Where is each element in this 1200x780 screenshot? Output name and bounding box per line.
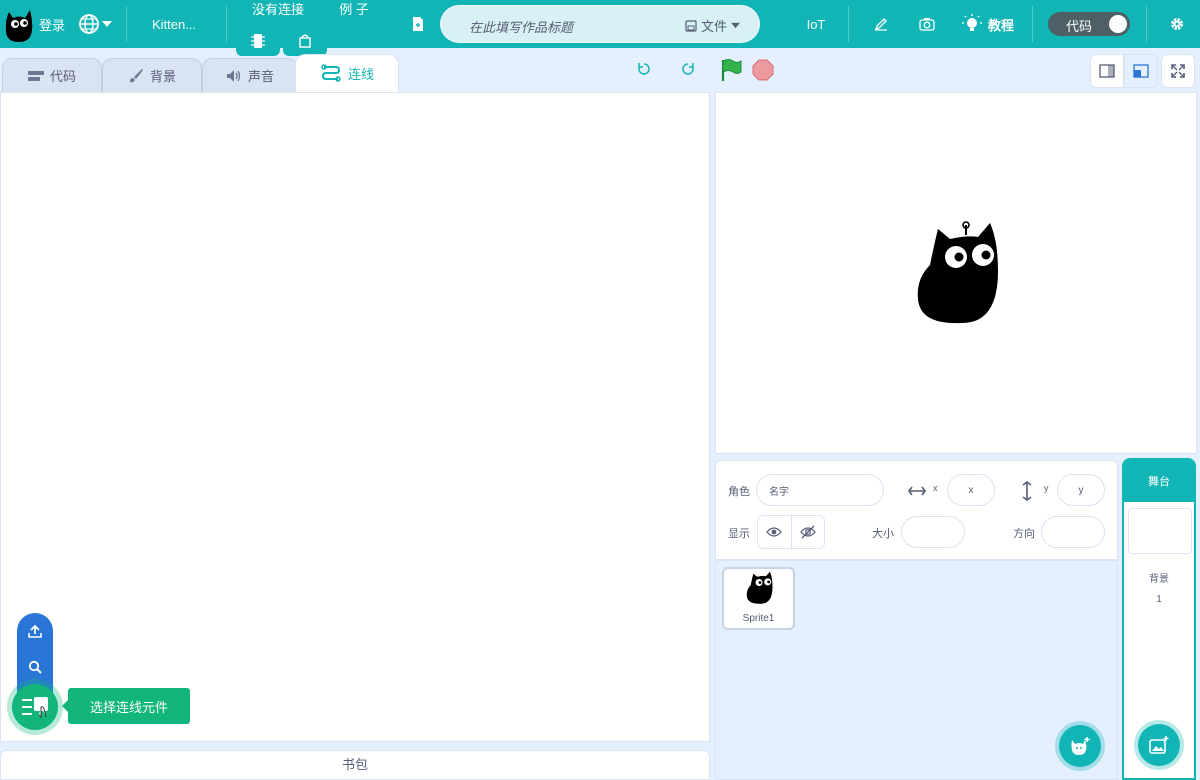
visibility-toggle: [757, 515, 825, 549]
vertical-arrows-icon: [1022, 481, 1032, 501]
eye-icon: [766, 527, 783, 537]
tutorial-menu[interactable]: 教程: [960, 12, 1016, 36]
code-mode-toggle[interactable]: 代码: [1048, 12, 1130, 36]
show-label: 显示: [728, 528, 750, 540]
tab-wiring-label: 连线: [347, 67, 374, 82]
settings-gear-icon[interactable]: [1166, 14, 1188, 34]
kitten-logo[interactable]: [2, 4, 36, 44]
file-label: 文件: [701, 19, 728, 34]
sprite-label: 角色: [728, 486, 750, 498]
x-input[interactable]: x: [947, 474, 995, 506]
tab-wiring[interactable]: 连线: [295, 54, 399, 92]
examples-menu[interactable]: 例 子: [330, 0, 378, 17]
tab-code-label: 代码: [49, 69, 76, 84]
menu-bar: 登录 Kitten... 没有连接 例 子 在此填写作品标题 文件 IoT 教程…: [0, 0, 1200, 56]
sprite-name-placeholder: 名字: [769, 486, 789, 498]
eye-slash-icon: [799, 525, 816, 539]
chevron-down-icon: [731, 22, 740, 29]
tab-backdrop[interactable]: 背景: [102, 58, 202, 92]
fullscreen-button[interactable]: [1161, 54, 1195, 88]
project-title-input[interactable]: 在此填写作品标题 文件: [440, 5, 760, 43]
normal-stage-icon: [1133, 64, 1149, 78]
choose-component-button[interactable]: [7, 679, 63, 735]
x-placeholder: x: [968, 484, 974, 496]
code-toggle-label: 代码: [1066, 19, 1093, 34]
stage-panel[interactable]: 舞台 背景 1: [1122, 458, 1196, 780]
wiring-workspace[interactable]: [0, 92, 710, 742]
sprite-name-input[interactable]: 名字: [756, 474, 884, 506]
sprite-list: Sprite1: [715, 560, 1118, 780]
wiring-icon: [321, 63, 341, 82]
tab-sound-label: 声音: [247, 69, 274, 84]
pencil-icon[interactable]: [870, 14, 892, 34]
tab-sound[interactable]: 声音: [202, 58, 298, 92]
tab-backdrop-label: 背景: [149, 69, 176, 84]
component-list-icon: [22, 697, 48, 719]
y-input[interactable]: y: [1057, 474, 1105, 506]
globe-icon: [79, 14, 99, 34]
brush-icon: [129, 68, 143, 82]
chip-icon: [251, 34, 265, 48]
add-sprite-button[interactable]: [1055, 721, 1105, 771]
stage-panel-header: 舞台: [1124, 460, 1194, 502]
title-placeholder: 在此填写作品标题: [469, 20, 574, 35]
sprite-thumbnail: [746, 571, 773, 604]
x-label: x: [933, 483, 938, 493]
upload-icon[interactable]: [17, 613, 53, 649]
direction-input[interactable]: [1041, 516, 1105, 548]
size-label: 大小: [872, 528, 894, 540]
backpack-bar[interactable]: 书包: [0, 750, 710, 780]
editor-tabs: 代码 背景 声音 连线: [0, 48, 710, 92]
choose-component-tooltip: 选择连线元件: [62, 688, 190, 724]
add-backdrop-button[interactable]: [1134, 720, 1184, 770]
save-icon: [685, 19, 697, 32]
undo-icon[interactable]: [634, 58, 654, 80]
code-blocks-icon: [27, 70, 44, 81]
login-link[interactable]: 登录: [36, 14, 68, 34]
redo-icon[interactable]: [678, 58, 698, 80]
new-file-icon[interactable]: [408, 14, 428, 34]
toggle-knob: [1109, 15, 1127, 33]
tab-code[interactable]: 代码: [2, 58, 102, 92]
speaker-icon: [226, 69, 241, 82]
y-label: y: [1044, 483, 1049, 493]
project-name[interactable]: Kitten...: [140, 14, 208, 34]
horizontal-arrows-icon: [908, 486, 926, 496]
fullscreen-icon: [1171, 64, 1185, 78]
file-menu[interactable]: 文件: [685, 16, 740, 35]
stop-icon[interactable]: [752, 58, 774, 82]
add-backdrop-icon: [1149, 736, 1169, 754]
language-menu[interactable]: [76, 12, 114, 36]
sprite-name: Sprite1: [742, 613, 775, 624]
bag-icon: [299, 34, 311, 48]
size-input[interactable]: [901, 516, 965, 548]
camera-icon[interactable]: [916, 14, 938, 34]
normal-stage-button[interactable]: [1124, 54, 1158, 88]
lightbulb-icon: [961, 14, 982, 31]
hide-button[interactable]: [790, 516, 825, 548]
iot-menu[interactable]: IoT: [798, 14, 834, 34]
backdrop-count: 1: [1156, 594, 1162, 605]
sprite-info-panel: 角色 名字 x x y y 显示 大小 方向: [715, 460, 1118, 560]
show-button[interactable]: [758, 516, 791, 548]
direction-label: 方向: [1013, 528, 1035, 540]
small-stage-icon: [1099, 64, 1115, 78]
add-sprite-icon: [1071, 737, 1090, 755]
small-stage-button[interactable]: [1090, 54, 1124, 88]
connection-status[interactable]: 没有连接: [244, 0, 312, 17]
y-placeholder: y: [1078, 484, 1084, 496]
backdrop-label: 背景: [1149, 574, 1169, 585]
chevron-down-icon: [102, 21, 112, 27]
kitten-sprite: [917, 221, 998, 324]
stage-thumbnail[interactable]: [1128, 508, 1192, 554]
sprite-card[interactable]: Sprite1: [722, 567, 795, 630]
tutorial-label: 教程: [987, 17, 1014, 33]
stage[interactable]: [715, 92, 1197, 454]
green-flag-icon[interactable]: [718, 58, 744, 82]
